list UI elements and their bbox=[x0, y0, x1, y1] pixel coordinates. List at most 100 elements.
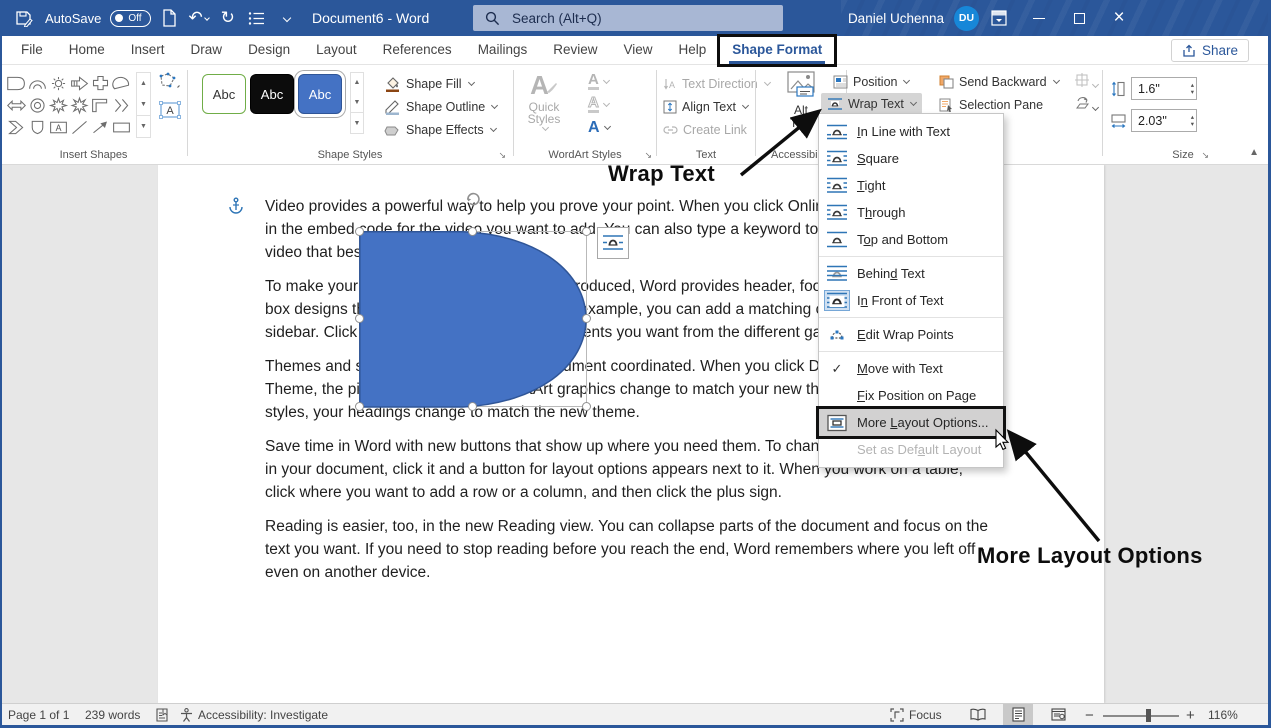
share-button[interactable]: Share bbox=[1171, 39, 1249, 62]
close-button[interactable]: × bbox=[1099, 0, 1139, 36]
resize-handle[interactable] bbox=[355, 227, 364, 236]
collapse-ribbon-icon[interactable]: ▲ bbox=[1249, 147, 1259, 158]
shape-style-swatch-1[interactable]: Abc bbox=[202, 74, 246, 114]
edit-shape-button[interactable] bbox=[158, 72, 182, 95]
tab-mailings[interactable]: Mailings bbox=[465, 36, 541, 65]
height-up-icon[interactable]: ▴ bbox=[1191, 82, 1194, 89]
align-objects-button[interactable] bbox=[1075, 73, 1098, 92]
menu-item-fix-position-on-page[interactable]: Fix Position on Page bbox=[819, 382, 1003, 409]
shape-cross-icon[interactable] bbox=[90, 72, 111, 94]
proofing-icon[interactable] bbox=[155, 704, 169, 726]
menu-item-edit-wrap-points[interactable]: Edit Wrap Points bbox=[819, 321, 1003, 348]
text-fill-button[interactable]: A bbox=[588, 71, 610, 92]
shape-fill-button[interactable]: Shape Fill bbox=[384, 73, 474, 95]
shape-effects-button[interactable]: Shape Effects bbox=[384, 119, 496, 141]
new-document-icon[interactable] bbox=[160, 5, 180, 31]
resize-handle[interactable] bbox=[468, 402, 477, 411]
shape-chord-icon[interactable] bbox=[111, 72, 132, 94]
resize-handle[interactable] bbox=[468, 227, 477, 236]
tab-file[interactable]: File bbox=[8, 36, 56, 65]
position-button[interactable]: Position bbox=[833, 71, 909, 93]
maximize-button[interactable] bbox=[1059, 0, 1099, 36]
tab-home[interactable]: Home bbox=[56, 36, 118, 65]
quick-access-more-icon[interactable] bbox=[276, 5, 296, 31]
user-name[interactable]: Daniel Uchenna bbox=[848, 11, 944, 26]
menu-item-tight[interactable]: Tight bbox=[819, 172, 1003, 199]
menu-item-more-layout-options[interactable]: More Layout Options... bbox=[819, 409, 1003, 436]
menu-item-through[interactable]: Through bbox=[819, 199, 1003, 226]
scroll-down-icon[interactable]: ▼ bbox=[351, 93, 363, 113]
menu-item-top-and-bottom[interactable]: Top and Bottom bbox=[819, 226, 1003, 253]
shape-line-icon[interactable] bbox=[69, 116, 90, 138]
resize-handle[interactable] bbox=[582, 402, 591, 411]
scroll-up-icon[interactable]: ▲ bbox=[137, 73, 150, 94]
draw-text-box-button[interactable]: A bbox=[159, 101, 181, 124]
tab-design[interactable]: Design bbox=[235, 36, 303, 65]
shape-style-swatch-3-selected[interactable]: Abc bbox=[298, 74, 342, 114]
tab-shape-format[interactable]: Shape Format bbox=[719, 36, 835, 65]
shape-arrow-icon[interactable] bbox=[90, 116, 111, 138]
tab-draw[interactable]: Draw bbox=[178, 36, 236, 65]
autosave-toggle[interactable]: Off bbox=[110, 10, 150, 27]
shape-rectangle-icon[interactable] bbox=[111, 116, 132, 138]
send-backward-button[interactable]: Send Backward bbox=[939, 71, 1059, 93]
accessibility-status[interactable]: Accessibility: Investigate bbox=[180, 704, 328, 726]
tab-view[interactable]: View bbox=[610, 36, 665, 65]
minimize-button[interactable] bbox=[1019, 0, 1059, 36]
shape-height-input[interactable]: 1.6" ▴▾ bbox=[1131, 77, 1197, 100]
rotate-handle[interactable] bbox=[464, 189, 482, 212]
layout-options-button[interactable] bbox=[597, 227, 629, 259]
bullet-list-icon[interactable] bbox=[247, 5, 267, 31]
shape-block-arc-icon[interactable] bbox=[27, 72, 48, 94]
shape-gallery-scrollbar[interactable]: ▲ ▼ ▼ bbox=[136, 72, 151, 138]
width-down-icon[interactable]: ▾ bbox=[1191, 121, 1194, 128]
tab-insert[interactable]: Insert bbox=[118, 36, 178, 65]
focus-button[interactable]: Focus bbox=[890, 704, 942, 726]
scroll-up-icon[interactable]: ▲ bbox=[351, 73, 363, 93]
shape-shield-icon[interactable] bbox=[27, 116, 48, 138]
shape-text-box-icon[interactable]: A bbox=[48, 116, 69, 138]
redo-button[interactable]: ↻ bbox=[218, 5, 238, 31]
wrap-text-button[interactable]: Wrap Text bbox=[821, 93, 922, 114]
zoom-in-button[interactable]: + bbox=[1186, 704, 1195, 726]
shape-striped-right-arrow-icon[interactable] bbox=[69, 72, 90, 94]
shape-striped-chevron-icon[interactable] bbox=[111, 94, 132, 116]
shape-sun-icon[interactable] bbox=[48, 72, 69, 94]
shape-styles-dialog-launcher[interactable]: ↘ bbox=[498, 150, 506, 161]
save-icon[interactable] bbox=[14, 5, 34, 31]
undo-button[interactable]: ↶ bbox=[189, 5, 209, 31]
print-layout-button[interactable] bbox=[1003, 704, 1033, 725]
shape-chevron-icon[interactable] bbox=[6, 116, 27, 138]
menu-item-behind-text[interactable]: Behind Text bbox=[819, 260, 1003, 287]
quick-styles-button[interactable]: A Quick Styles bbox=[520, 72, 568, 130]
shape-rounded-rectangle-icon[interactable] bbox=[6, 72, 27, 94]
shape-width-input[interactable]: 2.03" ▴▾ bbox=[1131, 109, 1197, 132]
shape-styles-scrollbar[interactable]: ▲ ▼ ▼ bbox=[350, 72, 364, 134]
width-up-icon[interactable]: ▴ bbox=[1191, 114, 1194, 121]
shape-outline-button[interactable]: Shape Outline bbox=[384, 96, 497, 118]
wordart-dialog-launcher[interactable]: ↘ bbox=[644, 150, 652, 161]
create-link-button[interactable]: Create Link bbox=[663, 119, 747, 141]
text-effects-button[interactable]: A bbox=[588, 117, 610, 138]
web-layout-button[interactable] bbox=[1043, 704, 1073, 725]
height-down-icon[interactable]: ▾ bbox=[1191, 89, 1194, 96]
resize-handle[interactable] bbox=[355, 314, 364, 323]
gallery-more-icon[interactable]: ▼ bbox=[137, 115, 150, 137]
selected-shape[interactable] bbox=[359, 231, 588, 408]
menu-item-square[interactable]: Square bbox=[819, 145, 1003, 172]
search-box[interactable]: Search (Alt+Q) bbox=[473, 5, 783, 31]
menu-item-in-front-of-text[interactable]: In Front of Text bbox=[819, 287, 1003, 314]
resize-handle[interactable] bbox=[582, 227, 591, 236]
tab-help[interactable]: Help bbox=[666, 36, 720, 65]
zoom-slider-thumb[interactable] bbox=[1146, 709, 1151, 722]
rotate-objects-button[interactable] bbox=[1075, 96, 1098, 115]
tab-references[interactable]: References bbox=[370, 36, 465, 65]
ribbon-display-options-icon[interactable] bbox=[979, 0, 1019, 36]
resize-handle[interactable] bbox=[355, 402, 364, 411]
word-count[interactable]: 239 words bbox=[85, 704, 140, 726]
zoom-level[interactable]: 116% bbox=[1208, 704, 1238, 726]
styles-more-icon[interactable]: ▼ bbox=[351, 112, 363, 133]
tab-review[interactable]: Review bbox=[540, 36, 610, 65]
scroll-down-icon[interactable]: ▼ bbox=[137, 94, 150, 115]
menu-item-in-line-with-text[interactable]: In Line with Text bbox=[819, 118, 1003, 145]
